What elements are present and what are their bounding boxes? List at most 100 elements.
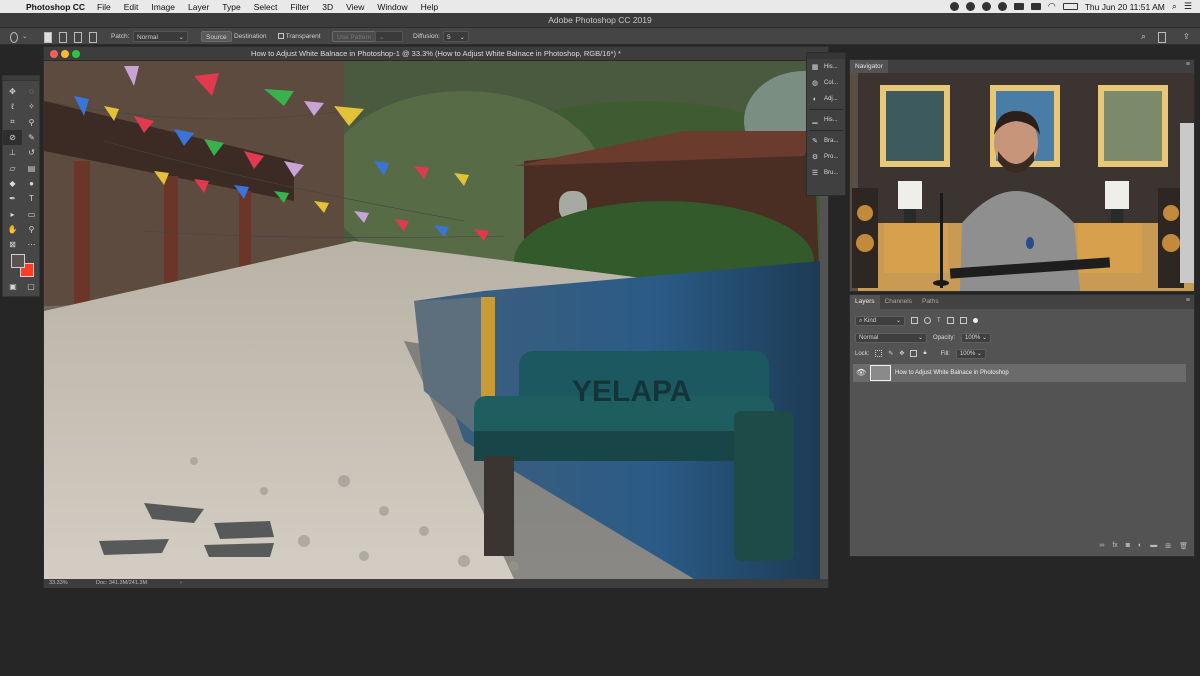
tab-navigator[interactable]: Navigator — [850, 60, 888, 73]
dropdown-arrow-icon[interactable]: ⌄ — [22, 31, 27, 42]
image-canvas[interactable]: YELAPA — [44, 61, 820, 579]
menu-type[interactable]: Type — [222, 2, 240, 12]
lasso-tool-icon[interactable]: ℓ — [3, 99, 22, 114]
properties-panel-button[interactable]: ⚙ Pro... — [807, 149, 845, 165]
menu-help[interactable]: Help — [421, 2, 438, 12]
battery-icon[interactable] — [1062, 3, 1078, 10]
cloud-icon[interactable] — [949, 2, 959, 11]
tab-channels[interactable]: Channels — [880, 295, 917, 309]
opacity-input[interactable]: 100% ⌄ — [961, 332, 992, 343]
menu-3d[interactable]: 3D — [322, 2, 333, 12]
clock[interactable]: Thu Jun 20 11:51 AM — [1085, 2, 1165, 12]
extension-icon[interactable] — [965, 2, 975, 11]
hand-tool-icon[interactable]: ✋ — [3, 222, 22, 237]
color-panel-button[interactable]: ◍ Col... — [807, 75, 845, 91]
screen-mode-icon[interactable]: ▢ — [24, 282, 38, 291]
lock-transparent-icon[interactable] — [875, 350, 883, 357]
add-mask-icon[interactable]: ◙ — [1126, 542, 1130, 550]
doc-size[interactable]: Doc: 341.3M/241.3M — [96, 579, 147, 588]
panel-menu-icon[interactable]: ≡ — [1186, 297, 1190, 304]
history-brush-tool-icon[interactable]: ↺ — [22, 145, 41, 160]
navigator-preview[interactable] — [850, 73, 1194, 291]
eraser-tool-icon[interactable]: ▱ — [3, 160, 22, 175]
brush-settings-panel-button[interactable]: ✎ Bra... — [807, 133, 845, 149]
brush-tool-icon[interactable]: ✎ — [22, 130, 41, 145]
shape-tool-icon[interactable]: ▭ — [22, 206, 41, 221]
wifi-icon[interactable]: ◠ — [1048, 1, 1056, 12]
filter-type-icon[interactable]: T — [937, 318, 941, 324]
search-icon[interactable]: ⌕ — [1141, 31, 1146, 42]
search-icon[interactable]: ⌕ — [1172, 1, 1177, 12]
filter-smart-object-icon[interactable] — [959, 317, 967, 324]
menu-filter[interactable]: Filter — [290, 2, 309, 12]
layer-row[interactable]: 👁︎ How to Adjust White Balnace in Photos… — [853, 364, 1186, 382]
layer-style-icon[interactable]: fx — [1112, 542, 1117, 550]
filter-pixel-icon[interactable] — [911, 317, 918, 324]
histogram-panel-button[interactable]: ▁ His... — [807, 112, 845, 128]
new-selection-icon[interactable] — [44, 32, 52, 43]
marquee-tool-icon[interactable]: ◌ — [22, 84, 41, 99]
new-layer-icon[interactable]: ⊞ — [1165, 542, 1171, 550]
filter-shape-icon[interactable] — [946, 317, 954, 324]
diffusion-input[interactable]: 5 ⌄ — [443, 31, 469, 42]
dodge-tool-icon[interactable]: ● — [22, 176, 41, 191]
adjustment-layer-icon[interactable]: ◐ — [1138, 542, 1142, 550]
share-icon[interactable]: ⇪ — [1183, 31, 1190, 42]
clone-stamp-tool-icon[interactable]: ⊥ — [3, 145, 22, 160]
use-pattern-button[interactable]: Use Pattern — [332, 31, 377, 42]
lock-artboard-icon[interactable] — [910, 350, 918, 357]
foreground-color-swatch[interactable] — [11, 254, 25, 268]
source-button[interactable]: Source — [201, 31, 232, 42]
eye-icon[interactable]: 👁︎ — [856, 368, 866, 377]
destination-button[interactable]: Destination — [234, 31, 267, 42]
zoom-level[interactable]: 33.33% — [49, 579, 68, 588]
menu-select[interactable]: Select — [254, 2, 278, 12]
fill-input[interactable]: 100% ⌄ — [955, 348, 986, 359]
blur-tool-icon[interactable]: ◆ — [3, 176, 22, 191]
document-title-bar[interactable]: How to Adjust White Balnace in Photoshop… — [44, 47, 828, 61]
gradient-tool-icon[interactable]: ▤ — [22, 160, 41, 175]
lock-position-icon[interactable]: ✥ — [899, 350, 904, 357]
lock-all-icon[interactable]: 🔒︎ — [923, 350, 926, 357]
subtract-selection-icon[interactable] — [74, 32, 82, 43]
menu-image[interactable]: Image — [151, 2, 175, 12]
zoom-window-button[interactable] — [72, 50, 80, 58]
history-panel-button[interactable]: ▦ His... — [807, 59, 845, 75]
crop-tool-icon[interactable]: ⌗ — [3, 115, 22, 130]
patch-mode-select[interactable]: Normal ⌄ — [133, 31, 188, 42]
status-arrow-icon[interactable]: › — [180, 579, 182, 588]
move-tool-icon[interactable]: ✥ — [3, 84, 22, 99]
tab-paths[interactable]: Paths — [917, 295, 944, 309]
pen-tool-icon[interactable]: ✒ — [3, 191, 22, 206]
display-icon[interactable] — [1013, 3, 1024, 10]
edit-toolbar-icon[interactable]: ⊠ — [3, 237, 22, 252]
new-group-icon[interactable]: ▬ — [1150, 542, 1157, 550]
kind-filter-select[interactable]: ⌕ Kind ⌄ — [855, 315, 905, 326]
zoom-tool-icon[interactable]: ⚲ — [22, 222, 41, 237]
menu-layer[interactable]: Layer — [188, 2, 209, 12]
menu-view[interactable]: View — [346, 2, 364, 12]
minimize-window-button[interactable] — [61, 50, 69, 58]
layer-thumbnail[interactable] — [870, 365, 891, 381]
intersect-selection-icon[interactable] — [89, 32, 97, 43]
adjustments-panel-button[interactable]: ◐ Adj... — [807, 91, 845, 107]
eyedropper-tool-icon[interactable]: ⚲ — [22, 115, 41, 130]
brushes-panel-button[interactable]: ☰ Bru... — [807, 165, 845, 181]
menu-edit[interactable]: Edit — [124, 2, 139, 12]
delete-layer-icon[interactable]: 🗑︎ — [1179, 542, 1188, 550]
tab-layers[interactable]: Layers — [850, 295, 880, 309]
record-icon[interactable] — [997, 2, 1007, 11]
filter-adjustment-icon[interactable] — [924, 317, 931, 324]
transparent-checkbox[interactable]: Transparent — [278, 31, 321, 42]
type-tool-icon[interactable]: T — [22, 191, 41, 206]
filter-toggle-icon[interactable] — [972, 318, 978, 323]
lock-image-icon[interactable]: ✎ — [888, 350, 893, 357]
airplay-icon[interactable] — [1030, 3, 1041, 10]
path-selection-tool-icon[interactable]: ▸ — [3, 206, 22, 221]
add-selection-icon[interactable] — [59, 32, 67, 43]
layer-name[interactable]: How to Adjust White Balnace in Photoshop — [895, 364, 1009, 382]
blend-mode-select[interactable]: Normal ⌄ — [855, 332, 927, 343]
menu-list-icon[interactable]: ☰ — [1184, 1, 1192, 12]
more-tools-icon[interactable]: ⋯ — [22, 237, 41, 252]
workspace-icon[interactable] — [1158, 32, 1166, 43]
